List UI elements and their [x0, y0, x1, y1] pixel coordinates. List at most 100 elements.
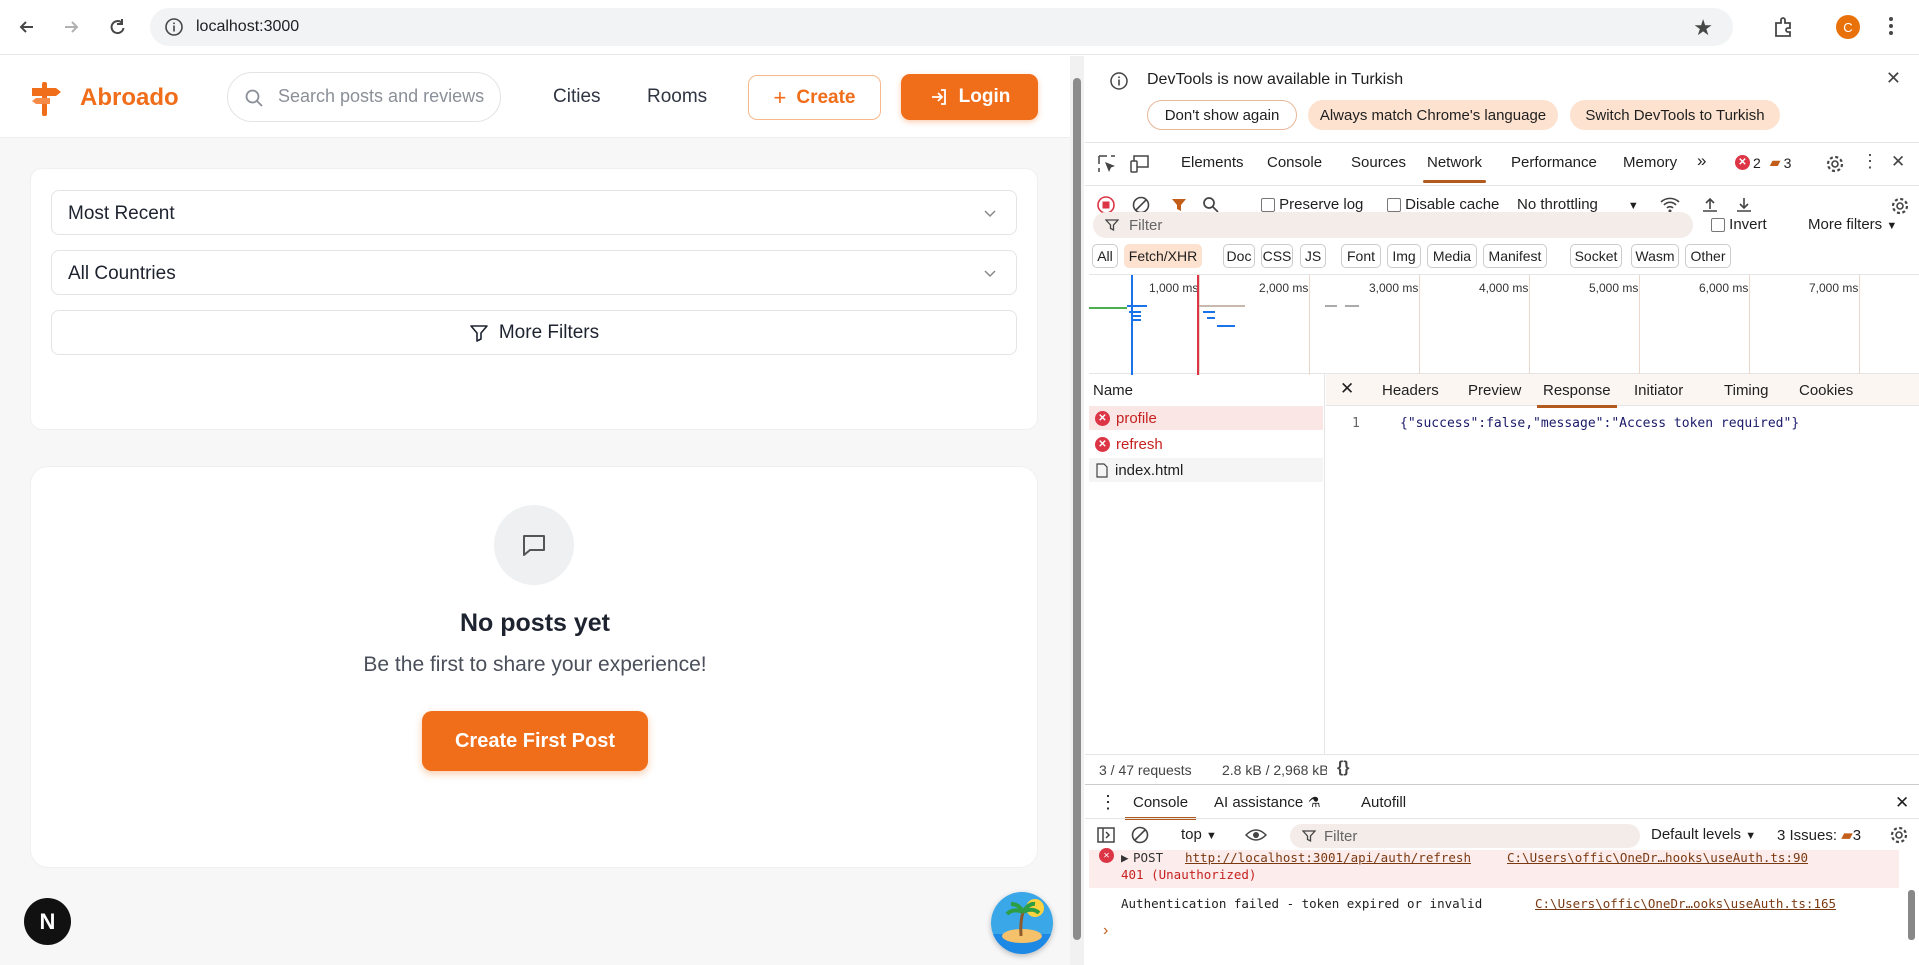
- nav-cities[interactable]: Cities: [553, 86, 601, 108]
- network-overview-timeline[interactable]: 1,000 ms 2,000 ms 3,000 ms 4,000 ms 5,00…: [1089, 274, 1919, 375]
- bookmark-star-icon[interactable]: ★: [1693, 15, 1713, 41]
- tab-console[interactable]: Console: [1267, 154, 1322, 171]
- drawer-tab-ai-assistance[interactable]: AI assistance: [1214, 794, 1303, 811]
- close-drawer-icon[interactable]: ✕: [1895, 793, 1909, 813]
- close-devtools-icon[interactable]: ✕: [1891, 152, 1905, 172]
- invert-checkbox[interactable]: Invert: [1711, 216, 1767, 233]
- settings-gear-icon[interactable]: [1825, 154, 1845, 174]
- banner-message: DevTools is now available in Turkish: [1147, 71, 1404, 88]
- name-column-header[interactable]: Name: [1093, 382, 1133, 399]
- forward-arrow-icon[interactable]: [58, 14, 84, 40]
- type-media[interactable]: Media: [1427, 244, 1477, 268]
- console-prompt-icon[interactable]: ›: [1103, 922, 1108, 940]
- extensions-icon[interactable]: [1770, 14, 1796, 40]
- reload-icon[interactable]: [104, 14, 130, 40]
- network-settings-gear-icon[interactable]: [1890, 196, 1910, 216]
- sort-select[interactable]: Most Recent: [51, 190, 1017, 235]
- type-other[interactable]: Other: [1685, 244, 1731, 268]
- nav-rooms[interactable]: Rooms: [647, 86, 707, 108]
- console-settings-gear-icon[interactable]: [1889, 825, 1909, 845]
- context-select[interactable]: top ▼: [1181, 826, 1217, 843]
- source-link[interactable]: C:\Users\offic\OneDr…hooks\useAuth.ts:90: [1507, 850, 1808, 865]
- sidebar-toggle-icon[interactable]: [1097, 826, 1115, 844]
- request-row-profile[interactable]: ✕ profile: [1089, 406, 1323, 430]
- request-name: index.html: [1115, 461, 1184, 479]
- type-img[interactable]: Img: [1387, 244, 1421, 268]
- close-icon[interactable]: ✕: [1886, 68, 1901, 89]
- log-levels-select[interactable]: Default levels ▼: [1651, 826, 1756, 843]
- request-row-index[interactable]: index.html: [1089, 458, 1323, 482]
- browser-menu-icon[interactable]: [1888, 14, 1894, 40]
- console-scrollbar[interactable]: [1905, 850, 1919, 965]
- tab-sources[interactable]: Sources: [1351, 154, 1406, 171]
- search-input[interactable]: [278, 86, 490, 107]
- create-first-post-button[interactable]: Create First Post: [422, 711, 648, 771]
- error-icon: ✕: [1095, 436, 1110, 452]
- type-wasm[interactable]: Wasm: [1631, 244, 1679, 268]
- console-filter-input[interactable]: Filter: [1290, 824, 1640, 848]
- type-font[interactable]: Font: [1341, 244, 1381, 268]
- tab-performance[interactable]: Performance: [1511, 154, 1597, 171]
- profile-avatar[interactable]: C: [1836, 15, 1860, 39]
- drawer-tab-console[interactable]: Console: [1124, 794, 1197, 820]
- request-row-refresh[interactable]: ✕ refresh: [1089, 432, 1323, 456]
- device-toolbar-icon[interactable]: [1129, 154, 1151, 174]
- tab-initiator[interactable]: Initiator: [1634, 382, 1683, 399]
- inspect-element-icon[interactable]: [1097, 154, 1117, 174]
- nextjs-dev-badge[interactable]: N: [24, 898, 71, 945]
- request-url-link[interactable]: http://localhost:3001/api/auth/refresh: [1185, 850, 1471, 865]
- devtools-menu-icon[interactable]: ⋮: [1861, 151, 1879, 172]
- pretty-print-icon[interactable]: {}: [1337, 759, 1349, 777]
- more-tabs-chevron-icon[interactable]: »: [1697, 151, 1706, 171]
- preserve-log-label: Preserve log: [1279, 196, 1364, 213]
- more-filters-dropdown[interactable]: More filters ▼: [1808, 216, 1897, 233]
- switch-language-button[interactable]: Switch DevTools to Turkish: [1570, 100, 1780, 130]
- country-select[interactable]: All Countries: [51, 250, 1017, 295]
- clear-console-icon[interactable]: [1131, 826, 1149, 844]
- tab-network[interactable]: Network: [1422, 154, 1487, 183]
- close-icon[interactable]: ✕: [1340, 379, 1354, 399]
- import-har-icon[interactable]: [1701, 196, 1719, 214]
- throttling-select[interactable]: No throttling ▼: [1517, 196, 1639, 213]
- drawer-tab-autofill[interactable]: Autofill: [1361, 794, 1406, 811]
- tab-elements[interactable]: Elements: [1181, 154, 1244, 171]
- brand-logo[interactable]: Abroado: [30, 78, 179, 118]
- network-filter-input[interactable]: Filter: [1093, 212, 1693, 238]
- disable-cache-checkbox[interactable]: Disable cache: [1387, 196, 1499, 213]
- island-avatar-icon[interactable]: [991, 892, 1053, 954]
- tab-timing[interactable]: Timing: [1724, 382, 1768, 399]
- type-fetch-xhr[interactable]: Fetch/XHR: [1124, 244, 1202, 268]
- issues-counter[interactable]: 3 Issues: ▰3: [1777, 826, 1861, 844]
- tab-memory[interactable]: Memory: [1623, 154, 1677, 171]
- site-info-icon[interactable]: [164, 17, 184, 37]
- tab-preview[interactable]: Preview: [1468, 382, 1521, 399]
- preserve-log-checkbox[interactable]: Preserve log: [1261, 196, 1363, 213]
- dont-show-again-button[interactable]: Don't show again: [1147, 100, 1297, 130]
- type-js[interactable]: JS: [1300, 244, 1326, 268]
- type-doc[interactable]: Doc: [1223, 244, 1255, 268]
- create-button[interactable]: + Create: [748, 75, 881, 120]
- export-har-icon[interactable]: [1735, 196, 1753, 214]
- type-all[interactable]: All: [1092, 244, 1118, 268]
- tab-headers[interactable]: Headers: [1382, 382, 1439, 399]
- tab-response[interactable]: Response: [1537, 382, 1617, 408]
- back-arrow-icon[interactable]: [14, 14, 40, 40]
- type-css[interactable]: CSS: [1261, 244, 1293, 268]
- type-socket[interactable]: Socket: [1570, 244, 1622, 268]
- live-expression-eye-icon[interactable]: [1245, 825, 1267, 845]
- search-box[interactable]: [227, 72, 501, 122]
- type-manifest[interactable]: Manifest: [1483, 244, 1547, 268]
- signpost-icon: [32, 82, 61, 116]
- expand-triangle-icon[interactable]: ▶: [1121, 850, 1129, 865]
- source-link[interactable]: C:\Users\offic\OneDr…ooks\useAuth.ts:165: [1535, 896, 1836, 911]
- tab-cookies[interactable]: Cookies: [1799, 382, 1853, 399]
- login-button[interactable]: Login: [901, 74, 1038, 120]
- address-bar[interactable]: localhost:3000 ★: [150, 8, 1733, 46]
- more-filters-button[interactable]: More Filters: [51, 310, 1017, 355]
- drawer-menu-icon[interactable]: ⋮: [1099, 792, 1117, 813]
- page-scrollbar[interactable]: [1070, 56, 1084, 965]
- filter-funnel-icon: [1105, 219, 1119, 232]
- sort-value: Most Recent: [68, 203, 175, 224]
- match-language-button[interactable]: Always match Chrome's language: [1308, 100, 1558, 130]
- errors-counter[interactable]: ✕ 2 ▰ 3: [1735, 154, 1791, 171]
